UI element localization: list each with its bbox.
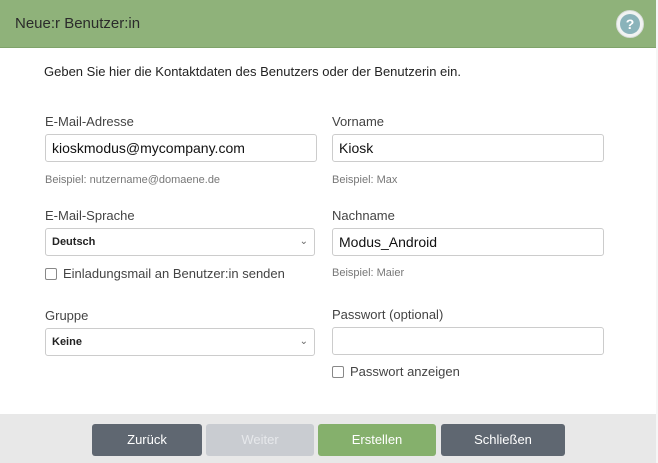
group-label: Gruppe <box>45 308 89 323</box>
chevron-down-icon: ⌄ <box>299 236 308 247</box>
firstname-hint: Beispiel: Max <box>332 174 398 186</box>
show-password-label: Passwort anzeigen <box>350 364 460 379</box>
chevron-down-icon: ⌄ <box>299 336 308 347</box>
dialog-header: Neue:r Benutzer:in ? <box>0 0 656 48</box>
show-password-checkbox[interactable] <box>332 365 344 378</box>
close-button[interactable]: Schließen <box>441 424 565 456</box>
create-user-dialog: Neue:r Benutzer:in ? Geben Sie hier die … <box>0 0 658 463</box>
invite-mail-checkbox[interactable] <box>45 267 57 280</box>
invite-mail-option[interactable]: Einladungsmail an Benutzer:in senden <box>45 266 285 281</box>
lastname-hint: Beispiel: Maier <box>332 267 405 279</box>
email-language-select[interactable]: Deutsch ⌄ <box>45 228 315 256</box>
email-label: E-Mail-Adresse <box>45 114 134 129</box>
firstname-field[interactable]: Kiosk <box>332 134 604 162</box>
dialog-footer: Zurück Weiter Erstellen Schließen <box>0 414 656 463</box>
next-button[interactable]: Weiter <box>206 424 314 456</box>
dialog-title: Neue:r Benutzer:in <box>15 15 141 32</box>
help-button[interactable]: ? <box>616 10 644 38</box>
lastname-label: Nachname <box>332 208 395 223</box>
help-icon: ? <box>620 14 640 34</box>
create-button[interactable]: Erstellen <box>318 424 436 456</box>
group-value: Keine <box>52 336 82 348</box>
group-select[interactable]: Keine ⌄ <box>45 328 315 356</box>
lastname-field[interactable]: Modus_Android <box>332 228 604 256</box>
password-field[interactable] <box>332 327 604 355</box>
back-button[interactable]: Zurück <box>92 424 202 456</box>
email-language-value: Deutsch <box>52 236 96 248</box>
firstname-label: Vorname <box>332 114 385 129</box>
email-field[interactable]: kioskmodus@mycompany.com <box>45 134 317 162</box>
email-language-label: E-Mail-Sprache <box>45 208 135 223</box>
invite-mail-label: Einladungsmail an Benutzer:in senden <box>63 266 285 281</box>
show-password-option[interactable]: Passwort anzeigen <box>332 364 460 379</box>
password-label: Passwort (optional) <box>332 307 444 322</box>
intro-text: Geben Sie hier die Kontaktdaten des Benu… <box>44 64 461 79</box>
dialog-content: Geben Sie hier die Kontaktdaten des Benu… <box>0 48 656 414</box>
email-hint: Beispiel: nutzername@domaene.de <box>45 174 221 186</box>
